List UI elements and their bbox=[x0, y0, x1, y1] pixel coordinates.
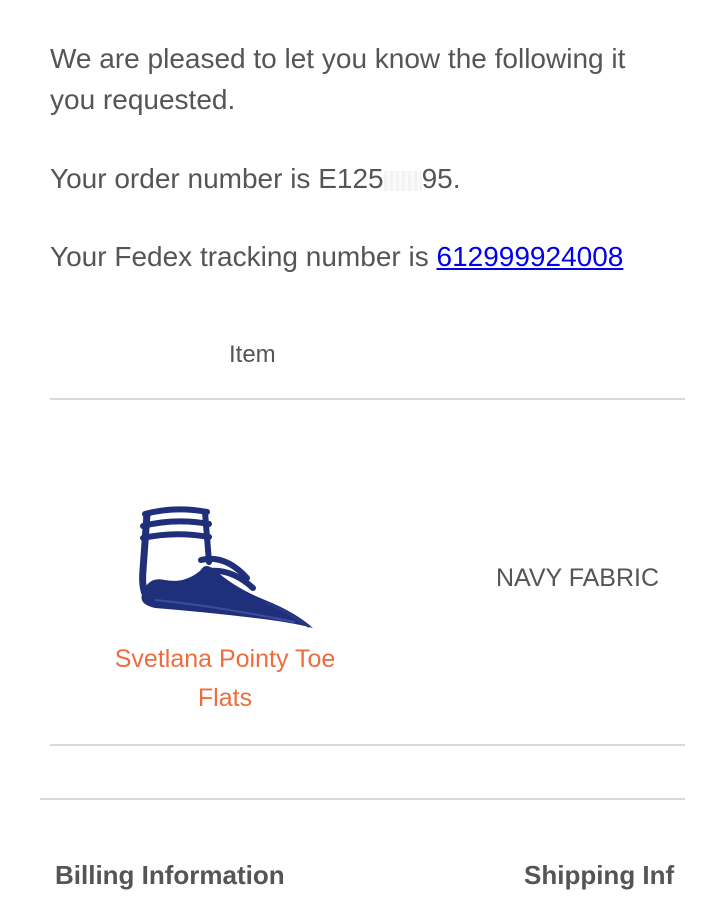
tracking-number-link[interactable]: 612999924008 bbox=[437, 241, 624, 272]
tracking-number-line: Your Fedex tracking number is 6129999240… bbox=[50, 236, 623, 277]
order-number-suffix: 95. bbox=[421, 163, 461, 194]
item-column-header: Item bbox=[229, 341, 276, 368]
order-number-prefix: Your order number is E125 bbox=[50, 163, 384, 194]
product-variant: NAVY FABRIC bbox=[495, 564, 659, 592]
divider bbox=[50, 398, 685, 400]
product-name-link[interactable]: Svetlana Pointy Toe Flats bbox=[90, 640, 360, 718]
intro-line-1: We are pleased to let you know the follo… bbox=[50, 43, 626, 74]
redacted-digits bbox=[383, 170, 422, 191]
tracking-prefix: Your Fedex tracking number is bbox=[50, 241, 429, 272]
intro-line-2: you requested. bbox=[50, 84, 236, 115]
divider bbox=[50, 744, 685, 746]
billing-information-heading: Billing Information bbox=[55, 860, 285, 890]
intro-message: We are pleased to let you know the follo… bbox=[50, 38, 700, 120]
shipping-information-heading: Shipping Inf bbox=[524, 860, 675, 890]
divider bbox=[40, 798, 685, 800]
order-shipped-email: We are pleased to let you know the follo… bbox=[0, 0, 703, 900]
order-number-line: Your order number is E125 95. bbox=[50, 158, 461, 199]
navy-pointy-toe-flat-shoe-image[interactable] bbox=[125, 500, 325, 635]
